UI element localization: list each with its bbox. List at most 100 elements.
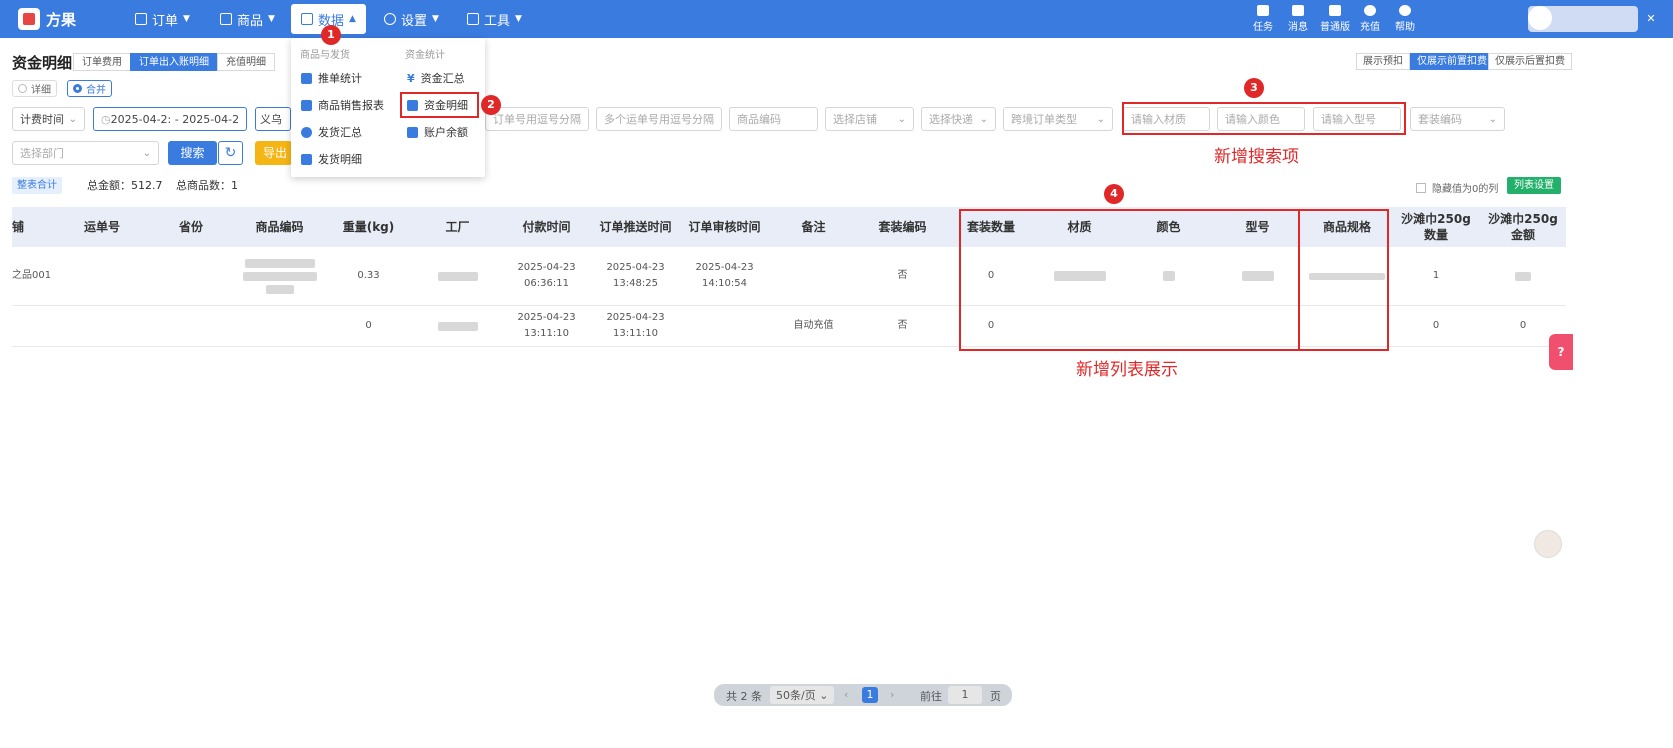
nav-products-label: 商品: [237, 13, 264, 29]
top-recharge-label: 充值: [1360, 22, 1380, 33]
user-account[interactable]: [1528, 6, 1638, 32]
menu-fund-summary[interactable]: ¥ 资金汇总: [407, 70, 465, 86]
col-remark[interactable]: 备注: [769, 207, 858, 247]
express-select[interactable]: 选择快递 ⌄: [921, 107, 996, 131]
whole-table-total-button[interactable]: 整表合计: [12, 177, 62, 194]
nav-products[interactable]: 商品 ▼: [220, 0, 275, 38]
radio-on-icon: [73, 84, 82, 93]
top-nav-bar: 方果 订单 ▼ 商品 ▼ 数据 ▲ 设置 ▼ 工具 ▼ 任务 消息 普通版 充值 帮助 ✕: [0, 0, 1673, 38]
top-messages[interactable]: 消息: [1282, 5, 1314, 33]
order-nos-input[interactable]: 订单号用逗号分隔: [485, 107, 589, 131]
col-towel-qty[interactable]: 沙滩巾250g数量: [1392, 207, 1480, 247]
pagination-total: 共 2 条: [726, 690, 762, 703]
col-product-code[interactable]: 商品编码: [235, 207, 324, 247]
top-recharge[interactable]: 充值: [1354, 5, 1386, 33]
annotation-box-spec-column: [1298, 209, 1389, 351]
col-audit-time[interactable]: 订单审核时间: [680, 207, 769, 247]
tab-recharge[interactable]: 充值明细: [217, 53, 275, 71]
col-towel-amt[interactable]: 沙滩巾250g金额: [1480, 207, 1566, 247]
time-type-select[interactable]: 计费时间 ⌄: [12, 107, 85, 131]
top-messages-label: 消息: [1288, 22, 1308, 33]
column-settings-button[interactable]: 列表设置: [1507, 177, 1561, 194]
refresh-button[interactable]: ↻: [218, 141, 243, 165]
hide-zero-label: 隐藏值为0的列: [1432, 184, 1499, 195]
stats-icon: [301, 72, 312, 84]
col-pay-time[interactable]: 付款时间: [502, 207, 591, 247]
col-factory[interactable]: 工厂: [413, 207, 502, 247]
app-brand[interactable]: 方果: [18, 8, 76, 30]
menu-push-stats[interactable]: 推单统计: [301, 70, 362, 86]
nav-orders-label: 订单: [152, 13, 179, 29]
tab-order-ledger[interactable]: 订单出入账明细: [130, 53, 218, 71]
next-page-icon[interactable]: ›: [890, 688, 894, 701]
nav-settings[interactable]: 设置 ▼: [384, 0, 439, 38]
annotation-marker-4: 4: [1104, 184, 1124, 204]
annotation-box-new-search: [1122, 102, 1406, 135]
cell-towel-amt: [1480, 247, 1566, 305]
mode-front-only[interactable]: 仅展示前置扣费: [1410, 53, 1494, 70]
search-button[interactable]: 搜索: [168, 141, 217, 165]
annotation-box-fund-detail: [400, 92, 479, 118]
col-set-code[interactable]: 套装编码: [858, 207, 947, 247]
dept-select[interactable]: 选择部门 ⌄: [12, 141, 159, 165]
clipboard-icon: [135, 13, 147, 25]
annotation-marker-1: 1: [321, 25, 341, 45]
wallet-icon: [407, 126, 418, 138]
date-range-picker[interactable]: ◷ 2025-04-2: - 2025-04-2:: [93, 107, 247, 131]
tab-group: 订单费用 订单出入账明细 充值明细: [73, 53, 275, 71]
time-type-value: 计费时间: [20, 113, 64, 126]
mode-show-prededuct[interactable]: 展示预扣: [1356, 53, 1410, 70]
nav-tools-label: 工具: [484, 13, 511, 29]
menu-account-balance[interactable]: 账户余额: [407, 124, 468, 140]
waybill-nos-input[interactable]: 多个运单号用逗号分隔: [596, 107, 722, 131]
goto-input[interactable]: 1: [948, 686, 982, 704]
city-select[interactable]: 义乌: [255, 107, 291, 131]
cell-push-time: 2025-04-23 13:11:10: [606, 312, 665, 339]
calendar-icon: ◷: [101, 112, 111, 126]
nav-orders[interactable]: 订单 ▼: [135, 0, 190, 38]
col-weight[interactable]: 重量(kg): [324, 207, 413, 247]
cell-store: 之品001: [12, 270, 52, 281]
top-tasks[interactable]: 任务: [1247, 5, 1279, 33]
page-title: 资金明细: [12, 54, 73, 72]
cell-factory: [413, 306, 502, 346]
export-button[interactable]: 导出: [255, 141, 292, 165]
col-waybill[interactable]: 运单号: [57, 207, 147, 247]
page-current[interactable]: 1: [862, 687, 878, 703]
dept-placeholder: 选择部门: [20, 147, 64, 160]
help-float-button[interactable]: ?: [1549, 334, 1573, 370]
radio-detail[interactable]: 详细: [12, 80, 57, 97]
cell-factory: [413, 247, 502, 305]
product-code-input[interactable]: 商品编码: [729, 107, 818, 131]
col-province[interactable]: 省份: [147, 207, 235, 247]
annotation-box-new-columns: [959, 209, 1300, 351]
mode-back-only[interactable]: 仅展示后置扣费: [1488, 53, 1572, 70]
help-icon: [1399, 5, 1411, 16]
store-placeholder: 选择店铺: [833, 113, 877, 126]
message-icon: [1292, 5, 1304, 16]
top-edition-label: 普通版: [1320, 22, 1350, 33]
cell-audit-time: 2025-04-23 14:10:54: [695, 262, 754, 289]
nav-tools[interactable]: 工具 ▼: [467, 0, 522, 38]
store-select[interactable]: 选择店铺 ⌄: [825, 107, 914, 131]
prev-page-icon[interactable]: ‹: [844, 688, 848, 701]
cell-weight: 0.33: [357, 270, 380, 281]
page-size-select[interactable]: 50条/页 ⌄: [770, 686, 835, 704]
menu-ship-detail[interactable]: 发货明细: [301, 151, 362, 167]
top-edition[interactable]: 普通版: [1317, 5, 1353, 33]
top-help[interactable]: 帮助: [1389, 5, 1421, 33]
support-avatar[interactable]: [1534, 530, 1562, 558]
annotation-marker-3: 3: [1244, 78, 1264, 98]
close-icon[interactable]: ✕: [1644, 12, 1658, 26]
tab-order-fees[interactable]: 订单费用: [73, 53, 131, 71]
set-code-select[interactable]: 套装编码 ⌄: [1410, 107, 1505, 131]
radio-merge-label: 合并: [86, 85, 106, 96]
menu-sales-report[interactable]: 商品销售报表: [301, 97, 384, 113]
cross-order-select[interactable]: 跨境订单类型 ⌄: [1003, 107, 1113, 131]
radio-merge[interactable]: 合并: [67, 80, 112, 97]
col-store[interactable]: 铺: [12, 207, 24, 247]
menu-ship-summary[interactable]: 发货汇总: [301, 124, 362, 140]
total-products: 总商品数：1: [176, 179, 238, 192]
hide-zero-toggle[interactable]: 隐藏值为0的列: [1416, 180, 1498, 195]
col-push-time[interactable]: 订单推送时间: [591, 207, 680, 247]
